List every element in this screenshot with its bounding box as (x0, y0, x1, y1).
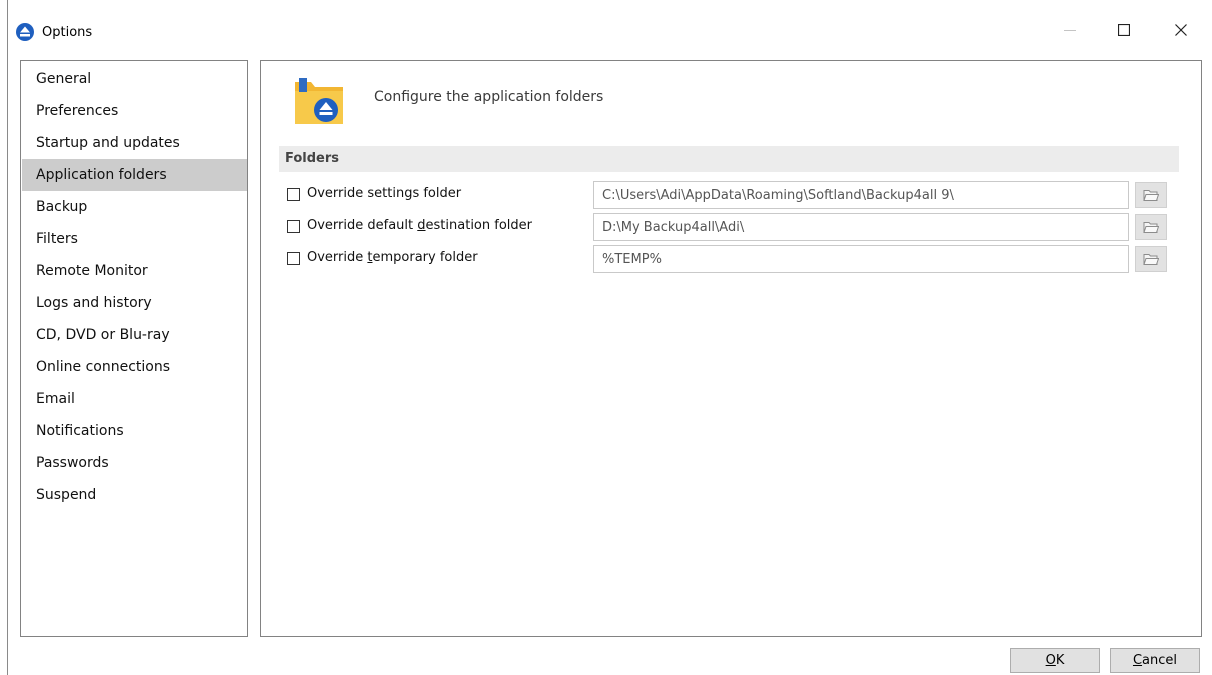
close-button[interactable] (1158, 12, 1204, 48)
sidebar-item-cd-dvd-bluray[interactable]: CD, DVD or Blu-ray (22, 319, 247, 351)
sidebar-item-filters[interactable]: Filters (22, 223, 247, 255)
sidebar-item-passwords[interactable]: Passwords (22, 447, 247, 479)
minimize-icon (1064, 30, 1076, 31)
folder-open-icon (1143, 221, 1159, 233)
override-settings-folder-label[interactable]: Override settings folder (307, 186, 461, 201)
browse-temporary-folder-button[interactable] (1135, 246, 1167, 272)
sidebar-item-remote-monitor[interactable]: Remote Monitor (22, 255, 247, 287)
sidebar-item-startup-and-updates[interactable]: Startup and updates (22, 127, 247, 159)
browse-destination-folder-button[interactable] (1135, 214, 1167, 240)
title-bar (8, 0, 1212, 30)
sidebar-item-email[interactable]: Email (22, 383, 247, 415)
override-temporary-folder-checkbox[interactable] (287, 252, 300, 265)
maximize-button[interactable] (1101, 12, 1147, 48)
sidebar-item-online-connections[interactable]: Online connections (22, 351, 247, 383)
folder-open-icon (1143, 253, 1159, 265)
window-title: Options (42, 25, 93, 40)
override-temporary-folder-label[interactable]: Override temporary folder (307, 250, 478, 265)
settings-panel: Configure the application folders Folder… (260, 60, 1202, 637)
temporary-folder-row: Override temporary folder (287, 245, 1177, 273)
close-icon (1175, 24, 1187, 36)
sidebar-item-suspend[interactable]: Suspend (22, 479, 247, 511)
folder-open-icon (1143, 189, 1159, 201)
app-icon (16, 23, 34, 41)
maximize-icon (1118, 24, 1130, 36)
sidebar-item-general[interactable]: General (22, 63, 247, 95)
options-category-list: General Preferences Startup and updates … (20, 60, 248, 637)
settings-folder-row: Override settings folder (287, 181, 1177, 209)
section-header: Folders (279, 146, 1179, 172)
sidebar-item-logs-and-history[interactable]: Logs and history (22, 287, 247, 319)
section-title: Folders (285, 151, 340, 166)
panel-description: Configure the application folders (374, 89, 604, 105)
cancel-button[interactable]: Cancel (1110, 648, 1200, 673)
temporary-folder-field[interactable] (593, 245, 1129, 273)
settings-folder-field[interactable] (593, 181, 1129, 209)
sidebar-item-notifications[interactable]: Notifications (22, 415, 247, 447)
override-destination-folder-checkbox[interactable] (287, 220, 300, 233)
ok-button[interactable]: OK (1010, 648, 1100, 673)
sidebar-item-backup[interactable]: Backup (22, 191, 247, 223)
destination-folder-row: Override default destination folder (287, 213, 1177, 241)
sidebar-item-preferences[interactable]: Preferences (22, 95, 247, 127)
folder-eject-icon (295, 78, 343, 124)
minimize-button[interactable] (1047, 12, 1093, 48)
override-destination-folder-label[interactable]: Override default destination folder (307, 218, 532, 233)
override-settings-folder-checkbox[interactable] (287, 188, 300, 201)
destination-folder-field[interactable] (593, 213, 1129, 241)
browse-settings-folder-button[interactable] (1135, 182, 1167, 208)
sidebar-item-application-folders[interactable]: Application folders (22, 159, 247, 191)
